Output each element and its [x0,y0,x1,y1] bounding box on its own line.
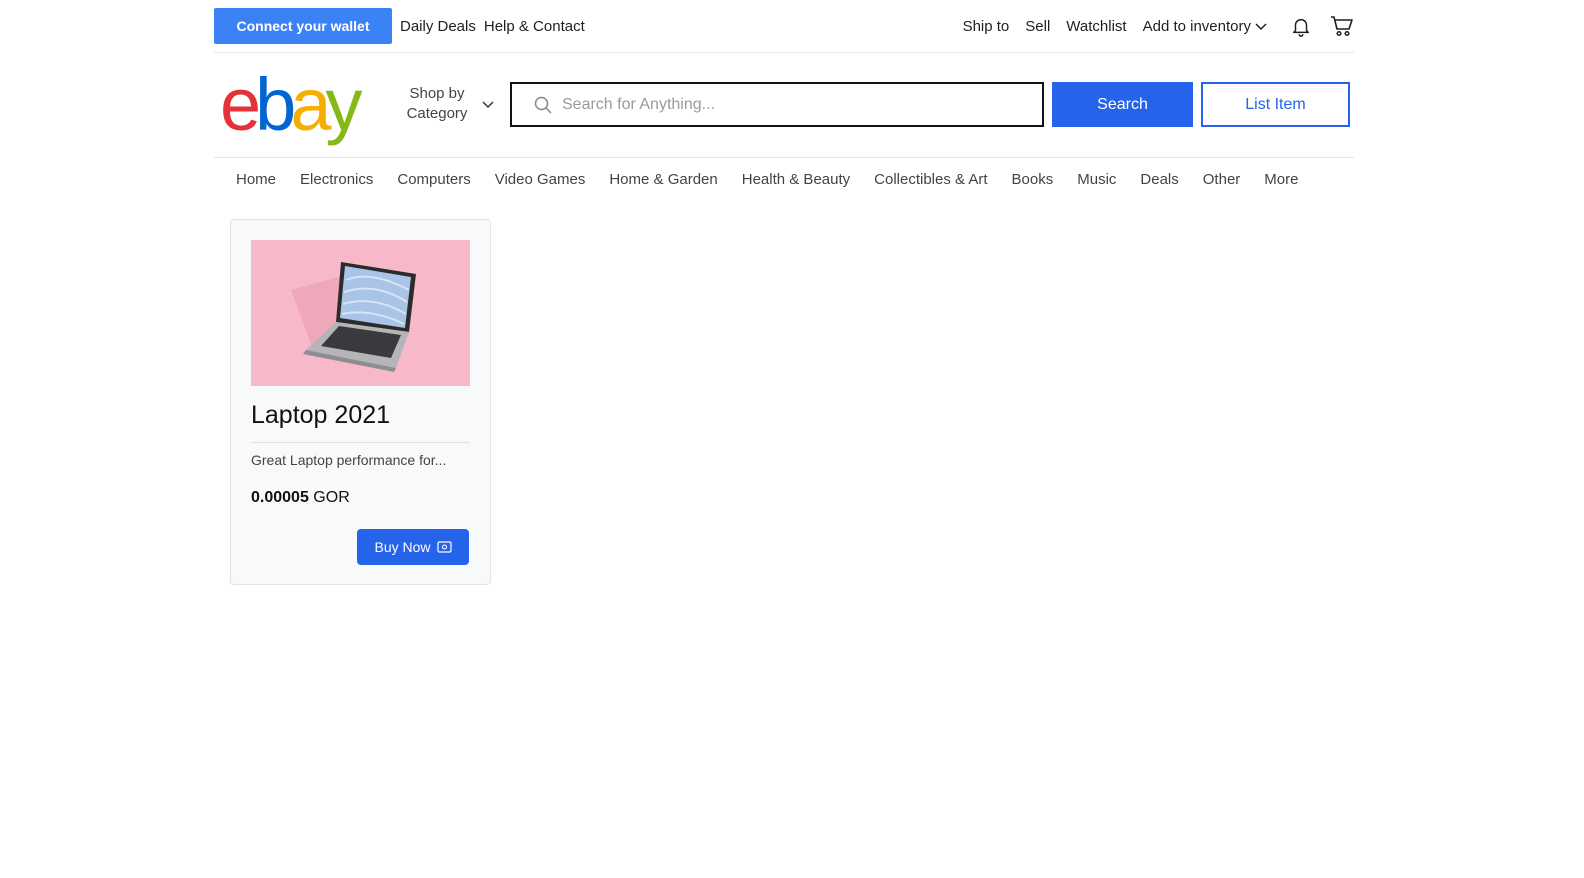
search-button[interactable]: Search [1052,82,1193,127]
nav-item-books[interactable]: Books [1012,171,1054,188]
product-image[interactable] [251,240,470,386]
product-description: Great Laptop performance for... [251,452,447,468]
search-icon [534,96,552,114]
nav-item-more[interactable]: More [1264,171,1298,188]
nav-item-video-games[interactable]: Video Games [495,171,586,188]
nav-item-home[interactable]: Home [236,171,276,188]
price-currency: GOR [313,489,350,506]
category-nav: Home Electronics Computers Video Games H… [214,168,1354,190]
nav-item-music[interactable]: Music [1077,171,1116,188]
ebay-logo[interactable]: ebay [220,63,380,146]
add-to-inventory-dropdown[interactable]: Add to inventory [1143,18,1268,35]
shop-by-category-button[interactable]: Shop by Category [392,84,482,124]
bell-icon[interactable] [1290,15,1312,37]
connect-wallet-button[interactable]: Connect your wallet [214,8,392,44]
header: ebay Shop by Category Search List Item [214,63,1354,146]
nav-item-electronics[interactable]: Electronics [300,171,373,188]
ship-to-link[interactable]: Ship to [963,18,1010,35]
logo-letter-y: y [325,63,362,146]
product-price: 0.00005 GOR [251,489,350,507]
payment-icon [436,541,452,553]
logo-letter-a: a [290,63,331,146]
product-card[interactable]: Laptop 2021 Great Laptop performance for… [230,219,491,585]
daily-deals-link[interactable]: Daily Deals [400,18,476,35]
watchlist-link[interactable]: Watchlist [1066,18,1126,35]
logo-letter-e: e [220,63,261,146]
card-divider [251,442,470,443]
logo-letter-b: b [255,63,296,146]
list-item-button[interactable]: List Item [1201,82,1350,127]
nav-item-deals[interactable]: Deals [1140,171,1178,188]
shop-by-label: Shop by [409,85,465,102]
header-divider [214,157,1354,158]
top-right-links: Ship to Sell Watchlist Add to inventory [947,8,1354,44]
nav-item-collectibles-art[interactable]: Collectibles & Art [874,171,987,188]
top-bar: Connect your wallet Daily Deals Help & C… [214,8,1354,44]
nav-item-computers[interactable]: Computers [397,171,470,188]
buy-now-label: Buy Now [374,539,431,555]
add-to-inventory-label: Add to inventory [1142,17,1251,35]
chevron-down-icon [1255,23,1267,31]
product-title[interactable]: Laptop 2021 [251,401,390,430]
help-contact-link[interactable]: Help & Contact [484,18,585,35]
nav-item-home-garden[interactable]: Home & Garden [609,171,717,188]
search-input[interactable] [562,95,1022,114]
sell-link[interactable]: Sell [1025,18,1050,35]
cart-icon[interactable] [1330,15,1354,37]
buy-now-button[interactable]: Buy Now [357,529,469,565]
nav-item-health-beauty[interactable]: Health & Beauty [742,171,850,188]
chevron-down-icon[interactable] [481,97,495,111]
nav-item-other[interactable]: Other [1203,171,1241,188]
search-bar[interactable] [510,82,1044,127]
category-label: Category [406,105,468,122]
price-amount: 0.00005 [251,489,309,506]
top-divider [214,52,1354,53]
